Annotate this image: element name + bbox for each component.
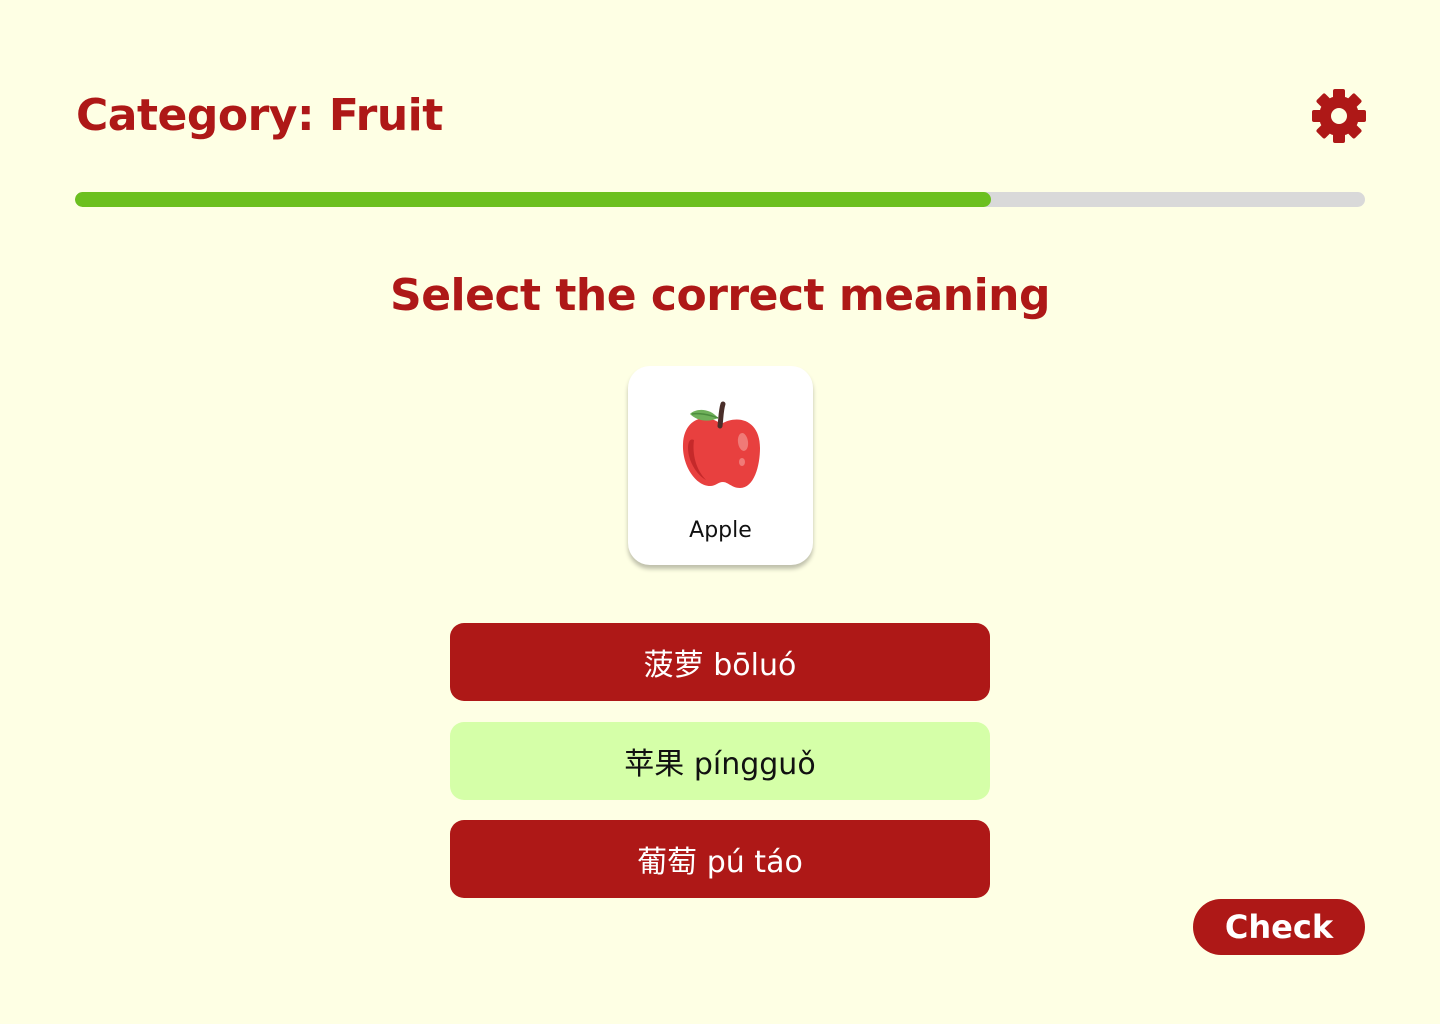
progress-bar: [75, 192, 1365, 207]
option-text: 菠萝 bōluó: [643, 648, 797, 683]
question-prompt: Select the correct meaning: [390, 270, 1051, 321]
card-label: Apple: [689, 518, 752, 543]
answer-option[interactable]: 葡萄 pú táo: [450, 820, 990, 898]
option-text: 苹果 píngguǒ: [624, 747, 816, 782]
answer-option[interactable]: 苹果 píngguǒ: [450, 722, 990, 800]
gear-icon: [1310, 87, 1368, 145]
word-card: Apple: [628, 366, 813, 565]
category-title: Category: Fruit: [76, 90, 443, 141]
settings-button[interactable]: [1310, 87, 1368, 145]
answer-option[interactable]: 菠萝 bōluó: [450, 623, 990, 701]
apple-icon: [676, 400, 766, 492]
option-text: 葡萄 pú táo: [637, 845, 803, 880]
progress-bar-fill: [75, 192, 991, 207]
check-button[interactable]: Check: [1193, 899, 1365, 955]
